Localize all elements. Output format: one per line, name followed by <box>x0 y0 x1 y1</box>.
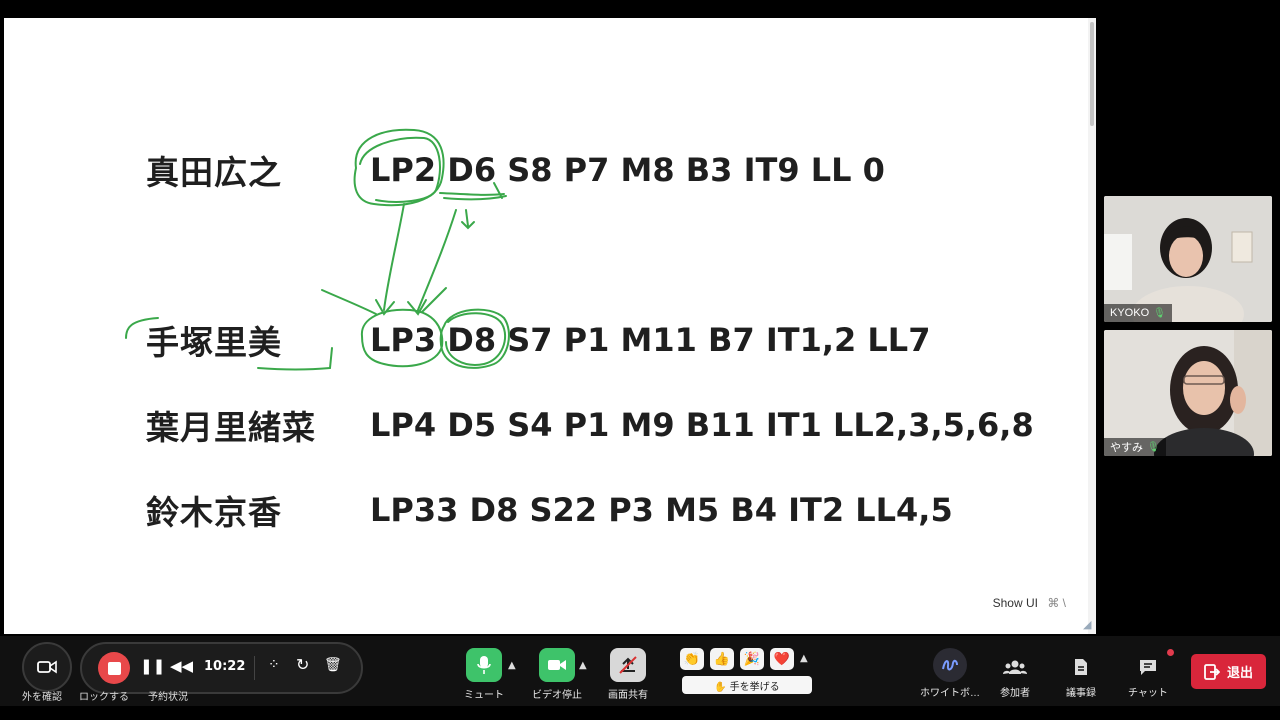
share-label: 画面共有 <box>608 690 648 701</box>
raise-hand-button[interactable]: ✋ 手を挙げる <box>682 676 812 694</box>
row-codes: LP2 D6 S8 P7 M8 B3 IT9 LL 0 <box>370 151 885 189</box>
trash-icon[interactable]: 🗑 <box>324 657 342 673</box>
whiteboard-icon <box>942 659 958 671</box>
chat-button[interactable]: チャット <box>1128 650 1168 699</box>
scrollbar-thumb[interactable] <box>1090 22 1094 126</box>
row-codes: LP3 D8 S7 P1 M11 B7 IT1,2 LL7 <box>370 321 931 359</box>
share-screen-button[interactable]: 画面共有 <box>608 648 648 701</box>
annotation-arrowhead <box>461 221 475 230</box>
row-name: 真田広之 <box>146 153 282 192</box>
recording-controls: ❚❚ ◀◀ 10:22 ⁘ ↻ 🗑 <box>80 642 363 694</box>
participant-name: KYOKO <box>1110 307 1150 319</box>
chat-circle[interactable] <box>1131 650 1165 684</box>
video-label: ビデオ停止 <box>532 690 582 701</box>
row-codes: LP4 D5 S4 P1 M9 B11 IT1 LL2,3,5,6,8 <box>370 406 1034 444</box>
minutes-circle[interactable] <box>1064 650 1098 684</box>
row-name: 葉月里緒菜 <box>146 408 316 447</box>
pause-icon[interactable]: ❚❚ <box>140 657 165 675</box>
schedule-label: 予約状況 <box>148 692 188 703</box>
chevron-up-icon[interactable]: ▲ <box>579 660 587 671</box>
show-ui-shortcut: ⌘ \ <box>1047 596 1066 610</box>
annotation-arrow <box>417 209 457 311</box>
resize-corner-icon[interactable]: ◢ <box>1083 618 1095 632</box>
video-button[interactable] <box>539 648 575 682</box>
microphone-icon <box>477 656 491 674</box>
share-screen-off-icon <box>619 656 637 674</box>
vertical-scrollbar[interactable] <box>1088 18 1096 634</box>
thumbs-up-reaction-icon[interactable]: 👍 <box>710 648 734 670</box>
meeting-window: 真田広之 LP2 D6 S8 P7 M8 B3 IT9 LL 0 手塚里美 LP… <box>0 0 1280 720</box>
slide-row: 真田広之 LP2 D6 S8 P7 M8 B3 IT9 LL 0 <box>146 148 885 192</box>
minutes-label: 議事録 <box>1066 688 1096 699</box>
chat-bubble-icon <box>1139 660 1156 675</box>
mic-on-icon: 🎙 <box>1153 307 1166 319</box>
slide-row: 鈴木京香 LP33 D8 S22 P3 M5 B4 IT2 LL4,5 <box>146 488 953 532</box>
share-button[interactable] <box>610 648 646 682</box>
annotation-arrowhead <box>407 299 427 316</box>
row-name: 鈴木京香 <box>146 493 282 532</box>
people-icon <box>1003 660 1027 674</box>
show-ui-hint[interactable]: Show UI ⌘ \ <box>993 596 1066 610</box>
mute-button[interactable]: ミュート <box>464 648 504 701</box>
party-reaction-icon[interactable]: 🎉 <box>740 648 764 670</box>
participant-name: やすみ <box>1110 442 1143 454</box>
clap-reaction-icon[interactable]: 👏 <box>680 648 704 670</box>
annotation-stroke <box>321 289 377 315</box>
recording-timer: 10:22 <box>204 659 246 674</box>
stop-icon <box>107 661 121 675</box>
camera-icon <box>37 660 57 674</box>
exit-icon <box>1204 663 1220 680</box>
annotation-arrowhead <box>375 299 395 316</box>
chat-notification-badge <box>1167 649 1174 656</box>
annotation-underline <box>443 195 507 201</box>
participants-label: 参加者 <box>1000 688 1030 699</box>
slide-row: 手塚里美 LP3 D8 S7 P1 M11 B7 IT1,2 LL7 <box>146 318 930 362</box>
participant-label: やすみ 🎙 <box>1104 438 1166 456</box>
slide-row: 葉月里緒菜 LP4 D5 S4 P1 M9 B11 IT1 LL2,3,5,6,… <box>146 403 1034 447</box>
document-icon <box>1075 659 1087 675</box>
heart-reaction-icon[interactable]: ❤️ <box>770 648 794 670</box>
leave-label: 退出 <box>1226 665 1253 680</box>
lock-label: ロックする <box>79 692 129 703</box>
row-name: 手塚里美 <box>146 323 282 362</box>
mic-button[interactable] <box>466 648 502 682</box>
whiteboard-button[interactable]: ホワイトボ… <box>920 648 980 699</box>
chat-label: チャット <box>1128 688 1168 699</box>
grid-icon[interactable]: ⁘ <box>268 657 280 673</box>
divider <box>254 656 255 680</box>
show-ui-label: Show UI <box>992 596 1038 610</box>
shared-slide: 真田広之 LP2 D6 S8 P7 M8 B3 IT9 LL 0 手塚里美 LP… <box>4 18 1096 634</box>
mic-on-icon: 🎙 <box>1147 441 1160 453</box>
reaction-bar: 👏 👍 🎉 ❤️ <box>680 648 794 670</box>
camera-check-label: 外を確認 <box>22 692 62 703</box>
rewind-icon[interactable]: ◀◀ <box>170 657 193 675</box>
leave-button[interactable]: 退出 <box>1191 654 1266 689</box>
annotation-stroke <box>421 287 447 313</box>
whiteboard-circle[interactable] <box>933 648 967 682</box>
video-camera-icon <box>548 660 566 670</box>
annotation-underline <box>439 192 505 196</box>
participants-circle[interactable] <box>998 650 1032 684</box>
whiteboard-label: ホワイトボ… <box>920 688 980 699</box>
restart-icon[interactable]: ↻ <box>296 655 309 674</box>
chevron-up-icon[interactable]: ▲ <box>508 660 516 671</box>
row-codes: LP33 D8 S22 P3 M5 B4 IT2 LL4,5 <box>370 491 953 529</box>
chevron-up-icon[interactable]: ▲ <box>800 653 808 664</box>
annotation-arrow <box>465 209 469 227</box>
annotation-arrow <box>383 203 405 311</box>
participants-button[interactable]: 参加者 <box>998 650 1032 699</box>
participant-video-kyoko[interactable]: KYOKO 🎙 <box>1104 196 1272 322</box>
participant-label: KYOKO 🎙 <box>1104 304 1172 322</box>
mute-label: ミュート <box>464 690 504 701</box>
stop-recording-button[interactable] <box>98 652 130 684</box>
stop-video-button[interactable]: ビデオ停止 <box>532 648 582 701</box>
participant-video-yasumi[interactable]: やすみ 🎙 <box>1104 330 1272 456</box>
camera-check-button[interactable] <box>22 642 72 692</box>
minutes-button[interactable]: 議事録 <box>1064 650 1098 699</box>
